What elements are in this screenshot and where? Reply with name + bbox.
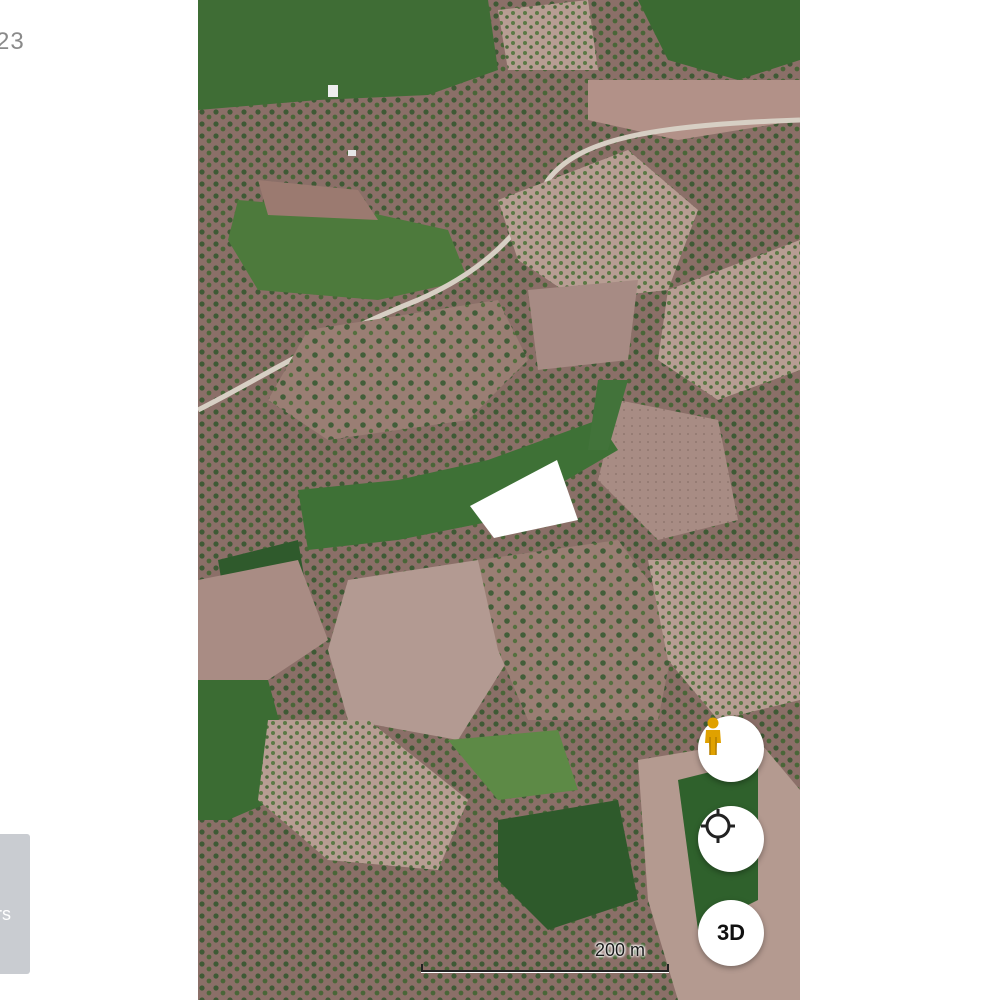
satellite-map[interactable]: 3D 200 m	[198, 0, 800, 1000]
right-panel	[800, 0, 1000, 1000]
3d-button-label: 3D	[716, 920, 746, 945]
3d-view-button[interactable]: 3D	[698, 900, 764, 966]
scale-label: 200 m	[595, 940, 646, 960]
date-label: 23	[0, 28, 25, 55]
scale-line	[421, 964, 669, 972]
left-panel: 23 rs	[0, 0, 198, 1000]
street-view-button[interactable]	[698, 716, 764, 782]
layers-tab-label: rs	[0, 904, 11, 924]
crosshair-icon	[701, 809, 735, 843]
scale-bar: 200 m	[421, 938, 669, 978]
layers-tab[interactable]: rs	[0, 834, 30, 974]
locate-me-button[interactable]	[698, 806, 764, 872]
pegman-icon	[705, 717, 721, 755]
